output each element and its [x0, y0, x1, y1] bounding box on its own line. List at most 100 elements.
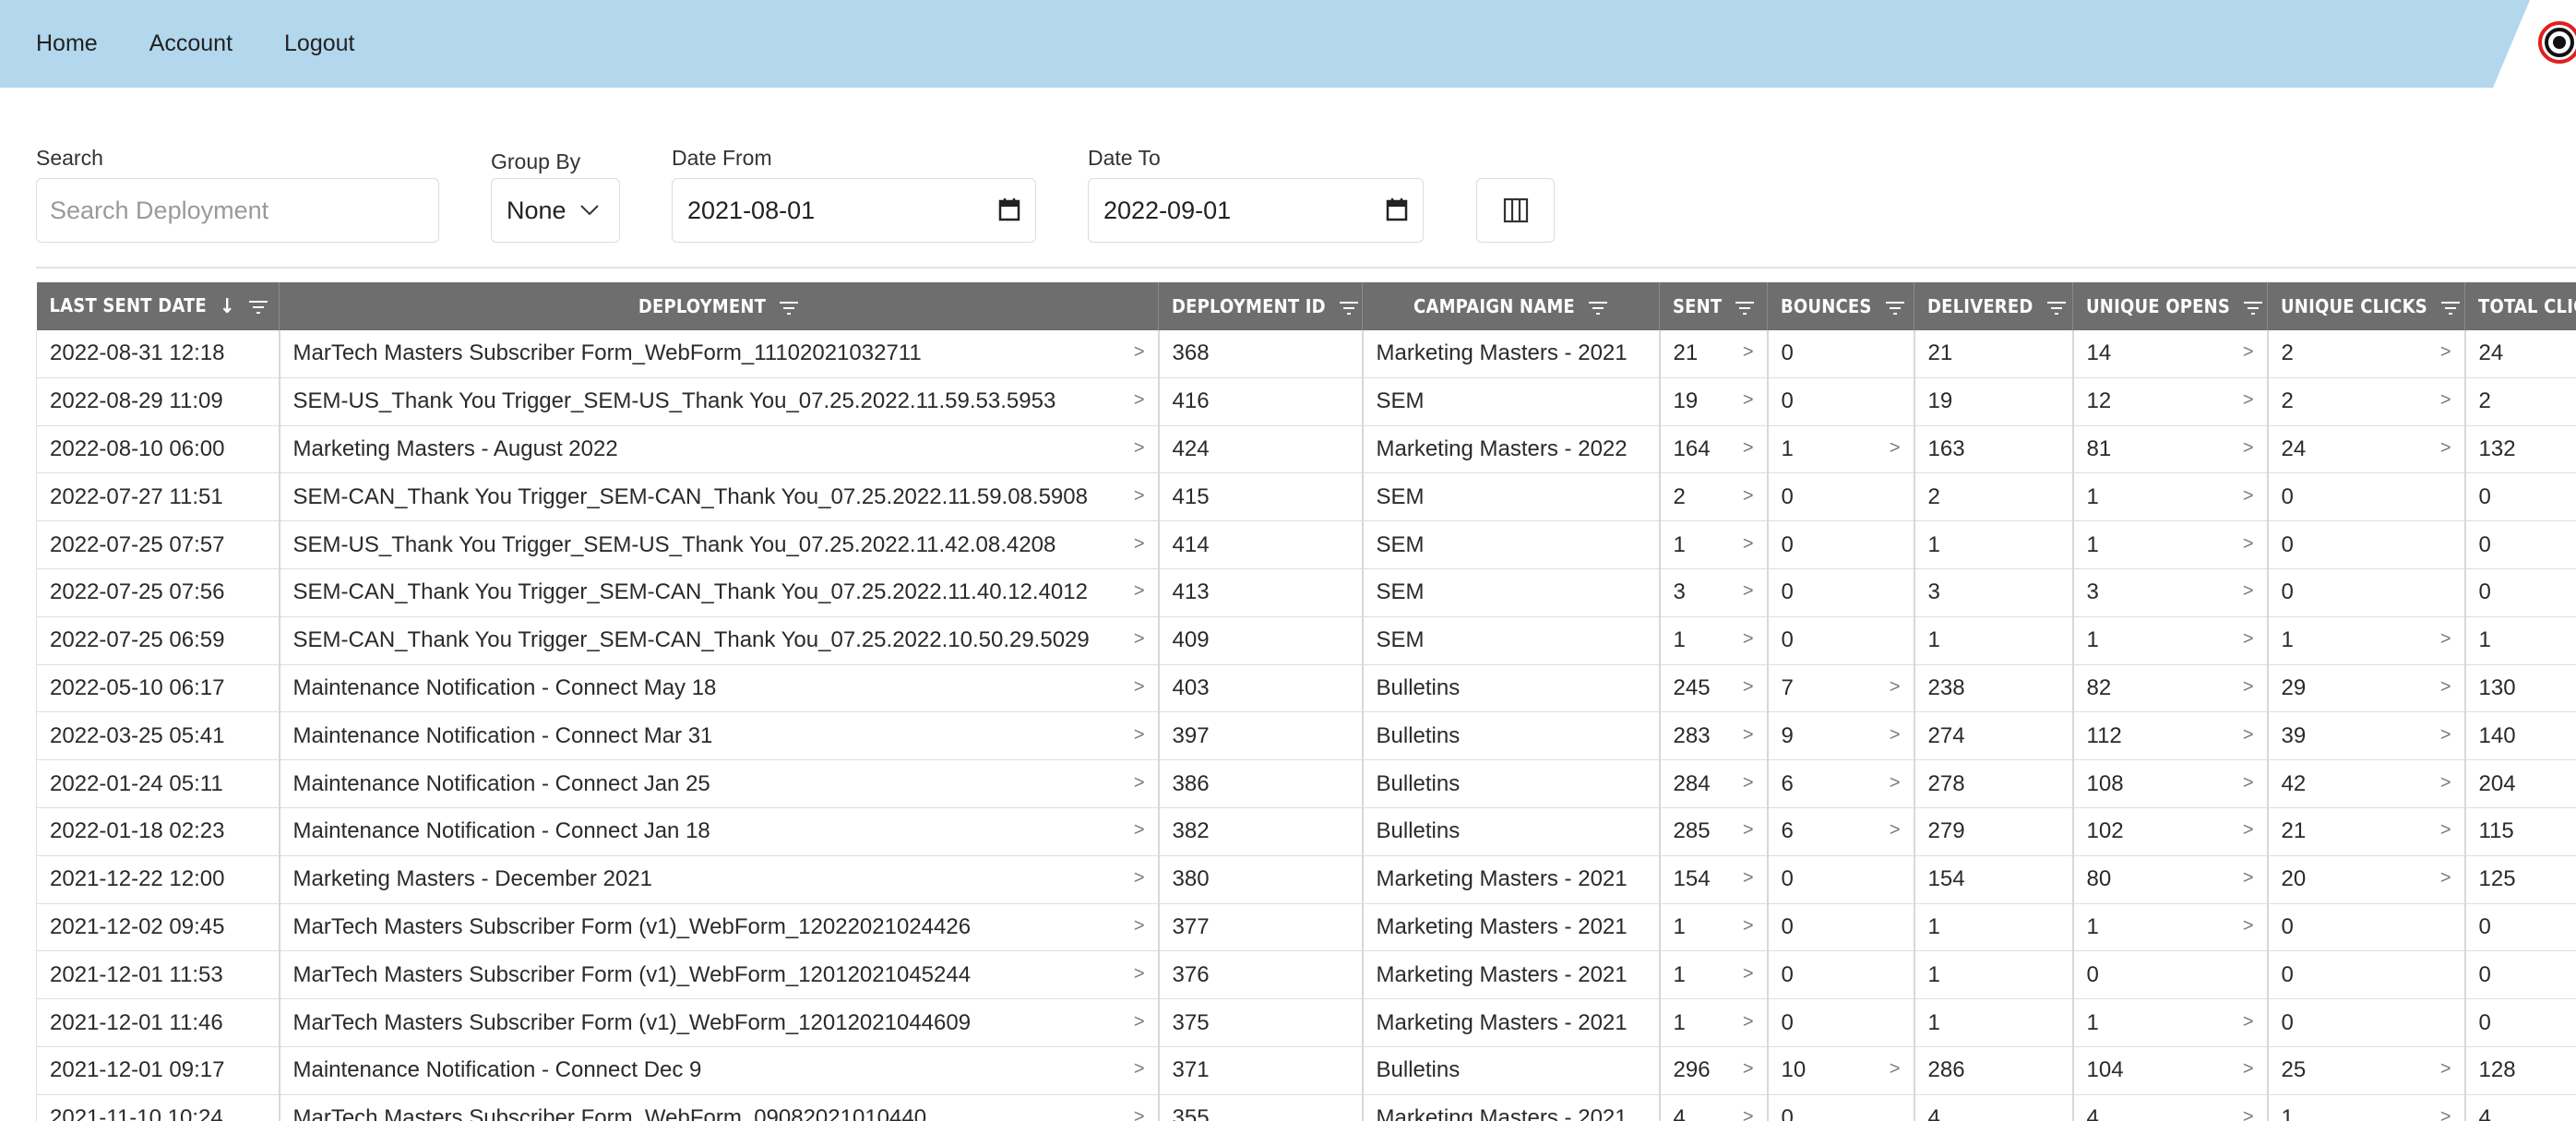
column-header-campaign-name[interactable]: Campaign Name — [1362, 282, 1660, 330]
company-logo-icon[interactable] — [2532, 20, 2576, 65]
chevron-right-icon[interactable]: > — [2440, 390, 2451, 411]
chevron-right-icon[interactable]: > — [2243, 772, 2254, 793]
chevron-right-icon[interactable]: > — [2243, 581, 2254, 602]
chevron-right-icon[interactable]: > — [1890, 437, 1901, 459]
column-header-deployment-id[interactable]: Deployment ID — [1158, 282, 1363, 330]
chevron-right-icon[interactable]: > — [2440, 724, 2451, 745]
chevron-right-icon[interactable]: > — [1743, 485, 1754, 507]
chevron-right-icon[interactable]: > — [1743, 1011, 1754, 1032]
date-to-input[interactable]: 2022-09-01 — [1088, 178, 1424, 243]
chevron-right-icon[interactable]: > — [1134, 724, 1145, 745]
group-by-select[interactable]: None — [491, 178, 620, 243]
chevron-right-icon[interactable]: > — [1743, 390, 1754, 411]
chevron-right-icon[interactable]: > — [2440, 342, 2451, 364]
chevron-right-icon[interactable]: > — [2243, 342, 2254, 364]
table-row[interactable]: 2022-08-10 06:00 Marketing Masters - Augu… — [36, 425, 2576, 474]
chevron-right-icon[interactable]: > — [1743, 1059, 1754, 1080]
chevron-right-icon[interactable]: > — [2440, 676, 2451, 698]
chevron-right-icon[interactable]: > — [2243, 820, 2254, 841]
chevron-right-icon[interactable]: > — [2243, 437, 2254, 459]
table-row[interactable]: 2022-01-18 02:23 Maintenance Notification… — [36, 807, 2576, 856]
chevron-right-icon[interactable]: > — [1134, 533, 1145, 555]
chevron-right-icon[interactable]: > — [1743, 963, 1754, 984]
table-row[interactable]: 2022-07-25 06:59 SEM-CAN_Thank You Trigge… — [36, 616, 2576, 665]
nav-home-link[interactable]: Home — [36, 30, 98, 57]
chevron-right-icon[interactable]: > — [1743, 772, 1754, 793]
chevron-right-icon[interactable]: > — [1743, 868, 1754, 889]
column-header-total-clicks[interactable]: Total Clic — [2464, 282, 2576, 330]
chevron-right-icon[interactable]: > — [1134, 820, 1145, 841]
column-header-last-sent-date[interactable]: Last Sent Date ↓ — [36, 282, 280, 330]
chevron-right-icon[interactable]: > — [2243, 1059, 2254, 1080]
filter-icon[interactable] — [1885, 301, 1905, 316]
chevron-right-icon[interactable]: > — [2243, 629, 2254, 650]
nav-logout-link[interactable]: Logout — [284, 30, 354, 57]
table-row[interactable]: 2022-08-29 11:09 SEM-US_Thank You Trigger… — [36, 377, 2576, 426]
chevron-right-icon[interactable]: > — [1743, 581, 1754, 602]
search-input[interactable]: Search Deployment — [36, 178, 439, 243]
table-row[interactable]: 2022-07-25 07:57 SEM-US_Thank You Trigger… — [36, 520, 2576, 569]
calendar-icon[interactable] — [998, 197, 1020, 221]
table-row[interactable]: 2021-11-10 10:24 MarTech Masters Subscrib… — [36, 1094, 2576, 1121]
column-header-unique-opens[interactable]: Unique Opens — [2072, 282, 2268, 330]
filter-icon[interactable] — [2243, 301, 2263, 316]
table-row[interactable]: 2022-03-25 05:41 Maintenance Notification… — [36, 711, 2576, 761]
chevron-right-icon[interactable]: > — [1890, 1059, 1901, 1080]
chevron-right-icon[interactable]: > — [2440, 772, 2451, 793]
column-header-sent[interactable]: Sent — [1659, 282, 1768, 330]
filter-icon[interactable] — [779, 301, 799, 316]
column-header-deployment[interactable]: Deployment — [279, 282, 1159, 330]
table-row[interactable]: 2021-12-01 11:53 MarTech Masters Subscrib… — [36, 950, 2576, 1000]
chevron-right-icon[interactable]: > — [1134, 1106, 1145, 1121]
chevron-right-icon[interactable]: > — [2440, 868, 2451, 889]
chevron-right-icon[interactable]: > — [1890, 724, 1901, 745]
chevron-right-icon[interactable]: > — [1134, 676, 1145, 698]
table-row[interactable]: 2022-08-31 12:18 MarTech Masters Subscrib… — [36, 330, 2576, 378]
column-header-bounces[interactable]: Bounces — [1767, 282, 1914, 330]
chevron-right-icon[interactable]: > — [1890, 676, 1901, 698]
table-row[interactable]: 2022-01-24 05:11 Maintenance Notification… — [36, 759, 2576, 808]
chevron-right-icon[interactable]: > — [1134, 772, 1145, 793]
chevron-right-icon[interactable]: > — [1743, 820, 1754, 841]
table-row[interactable]: 2021-12-22 12:00 Marketing Masters - Dece… — [36, 855, 2576, 904]
chevron-right-icon[interactable]: > — [1134, 485, 1145, 507]
chevron-right-icon[interactable]: > — [1743, 915, 1754, 936]
chevron-right-icon[interactable]: > — [1134, 1011, 1145, 1032]
filter-icon[interactable] — [1339, 301, 1359, 316]
calendar-icon[interactable] — [1386, 197, 1408, 221]
table-row[interactable]: 2021-12-02 09:45 MarTech Masters Subscrib… — [36, 903, 2576, 952]
chevron-right-icon[interactable]: > — [1134, 868, 1145, 889]
chevron-right-icon[interactable]: > — [1743, 676, 1754, 698]
chevron-right-icon[interactable]: > — [1134, 629, 1145, 650]
chevron-right-icon[interactable]: > — [1743, 342, 1754, 364]
table-row[interactable]: 2021-12-01 09:17 Maintenance Notification… — [36, 1046, 2576, 1095]
table-row[interactable]: 2021-12-01 11:46 MarTech Masters Subscrib… — [36, 998, 2576, 1047]
chevron-right-icon[interactable]: > — [2243, 485, 2254, 507]
chevron-right-icon[interactable]: > — [1134, 963, 1145, 984]
chevron-right-icon[interactable]: > — [1134, 1059, 1145, 1080]
chevron-right-icon[interactable]: > — [1743, 629, 1754, 650]
filter-icon[interactable] — [1588, 301, 1608, 316]
filter-icon[interactable] — [2440, 301, 2461, 316]
column-header-delivered[interactable]: Delivered — [1914, 282, 2073, 330]
chevron-right-icon[interactable]: > — [2243, 533, 2254, 555]
table-row[interactable]: 2022-07-25 07:56 SEM-CAN_Thank You Trigge… — [36, 568, 2576, 617]
chevron-right-icon[interactable]: > — [1134, 581, 1145, 602]
chevron-right-icon[interactable]: > — [2243, 676, 2254, 698]
chevron-right-icon[interactable]: > — [2243, 390, 2254, 411]
columns-button[interactable] — [1476, 178, 1555, 243]
chevron-right-icon[interactable]: > — [2440, 629, 2451, 650]
table-row[interactable]: 2022-05-10 06:17 Maintenance Notification… — [36, 664, 2576, 713]
chevron-right-icon[interactable]: > — [2243, 724, 2254, 745]
nav-account-link[interactable]: Account — [149, 30, 233, 57]
chevron-right-icon[interactable]: > — [2243, 915, 2254, 936]
chevron-right-icon[interactable]: > — [1134, 390, 1145, 411]
chevron-right-icon[interactable]: > — [1890, 772, 1901, 793]
chevron-right-icon[interactable]: > — [2243, 1106, 2254, 1121]
chevron-right-icon[interactable]: > — [2440, 1106, 2451, 1121]
filter-icon[interactable] — [2046, 301, 2067, 316]
chevron-right-icon[interactable]: > — [1743, 724, 1754, 745]
chevron-right-icon[interactable]: > — [1743, 533, 1754, 555]
chevron-right-icon[interactable]: > — [1743, 1106, 1754, 1121]
chevron-right-icon[interactable]: > — [1134, 342, 1145, 364]
